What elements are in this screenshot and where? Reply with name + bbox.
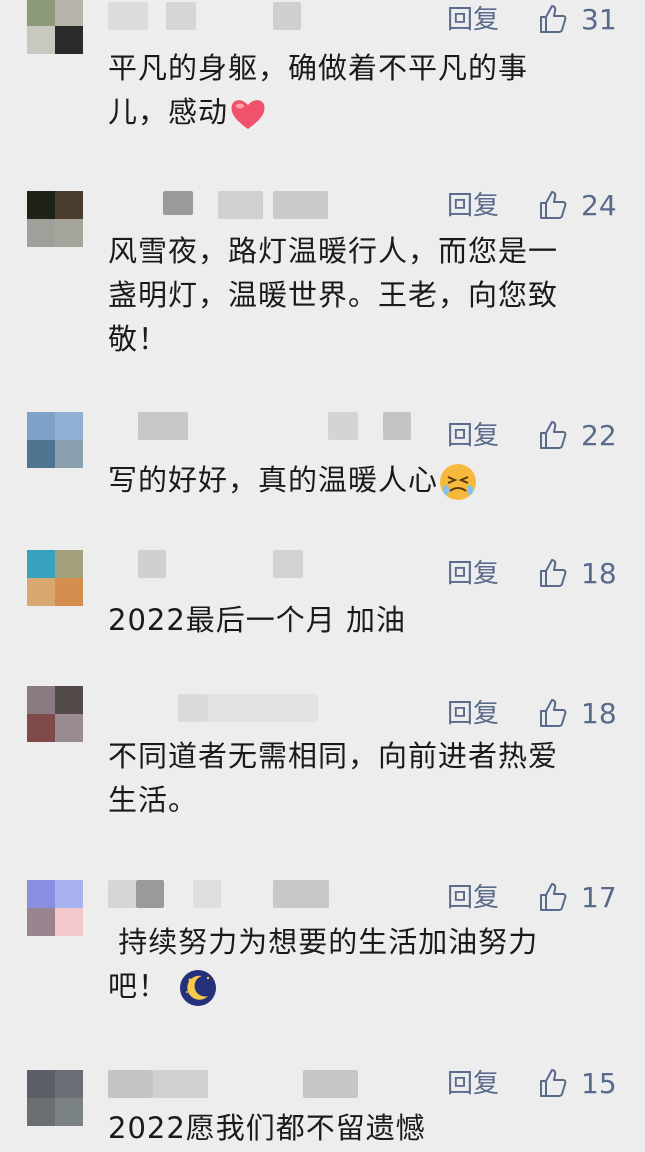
reply-button[interactable]: 回复 [447, 422, 499, 450]
avatar[interactable] [27, 191, 83, 247]
comment-text: 2022最后一个月 加油 [108, 598, 618, 642]
reply-button[interactable]: 回复 [447, 192, 499, 220]
like-count: 22 [581, 419, 617, 452]
like-count: 31 [581, 3, 617, 36]
comment-text: 2022愿我们都不留遗憾 [108, 1106, 618, 1150]
comment-line: 2022最后一个月 加油 [108, 603, 407, 637]
comment-item: 回复 22 写的好好，真的温暖人心 [0, 410, 645, 520]
reply-button[interactable]: 回复 [447, 560, 499, 588]
like-count: 18 [581, 557, 617, 590]
comment-text: 持续努力为想要的生活加油努力 吧！ [108, 920, 618, 1008]
avatar[interactable] [27, 0, 83, 54]
thumbs-up-icon[interactable] [537, 419, 569, 451]
like-count: 18 [581, 697, 617, 730]
thumbs-up-icon[interactable] [537, 189, 569, 221]
comment-item: 回复 18 不同道者无需相同，向前进者热爱 生活。 [0, 686, 645, 846]
username-blurred[interactable] [108, 191, 408, 219]
reply-button[interactable]: 回复 [447, 884, 499, 912]
thumbs-up-icon[interactable] [537, 881, 569, 913]
heart-emoji [231, 100, 265, 129]
comment-line: 2022愿我们都不留遗憾 [108, 1111, 426, 1145]
avatar[interactable] [27, 412, 83, 468]
comment-line: 盏明灯，温暖世界。王老，向您致 [108, 278, 559, 312]
username-blurred[interactable] [108, 2, 408, 30]
comment-item: 回复 31 平凡的身躯，确做着不平凡的事 儿，感动 [0, 0, 645, 160]
like-count: 17 [581, 881, 617, 914]
reply-button[interactable]: 回复 [447, 6, 499, 34]
comment-text: 风雪夜，路灯温暖行人，而您是一 盏明灯，温暖世界。王老，向您致 敬！ [108, 229, 618, 361]
comment-text: 平凡的身躯，确做着不平凡的事 儿，感动 [108, 46, 618, 134]
comment-line: 敬！ [108, 322, 169, 356]
comment-text: 不同道者无需相同，向前进者热爱 生活。 [108, 734, 618, 822]
comment-line: 不同道者无需相同，向前进者热爱 [108, 739, 559, 773]
thumbs-up-icon[interactable] [537, 557, 569, 589]
crescent-moon-emoji [180, 970, 217, 1006]
username-blurred[interactable] [108, 412, 411, 440]
username-blurred[interactable] [108, 880, 408, 908]
comment-line: 吧！ [108, 969, 169, 1003]
avatar[interactable] [27, 686, 83, 742]
comment-line: 平凡的身躯，确做着不平凡的事 [108, 51, 529, 85]
comment-line: 持续努力为想要的生活加油努力 [108, 925, 539, 959]
comment-line: 风雪夜，路灯温暖行人，而您是一 [108, 234, 559, 268]
comment-line: 生活。 [108, 783, 199, 817]
comment-text: 写的好好，真的温暖人心 [108, 458, 618, 502]
reply-button[interactable]: 回复 [447, 700, 499, 728]
reply-button[interactable]: 回复 [447, 1070, 499, 1098]
comment-line: 写的好好，真的温暖人心 [108, 463, 439, 497]
thumbs-up-icon[interactable] [537, 1067, 569, 1099]
avatar[interactable] [27, 1070, 83, 1126]
like-count: 24 [581, 189, 617, 222]
avatar[interactable] [27, 880, 83, 936]
comment-item: 回复 15 2022愿我们都不留遗憾 [0, 1064, 645, 1152]
like-count: 15 [581, 1067, 617, 1100]
username-blurred[interactable] [108, 1070, 408, 1098]
comment-item: 回复 24 风雪夜，路灯温暖行人，而您是一 盏明灯，温暖世界。王老，向您致 敬！ [0, 185, 645, 385]
comment-item: 回复 18 2022最后一个月 加油 [0, 548, 645, 658]
thumbs-up-icon[interactable] [537, 697, 569, 729]
avatar[interactable] [27, 550, 83, 606]
comment-item: 回复 17 持续努力为想要的生活加油努力 吧！ [0, 872, 645, 1032]
username-blurred[interactable] [108, 694, 408, 722]
username-blurred[interactable] [108, 550, 408, 578]
comment-line: 儿，感动 [108, 95, 229, 129]
persevering-face-emoji [440, 464, 477, 500]
thumbs-up-icon[interactable] [537, 3, 569, 35]
